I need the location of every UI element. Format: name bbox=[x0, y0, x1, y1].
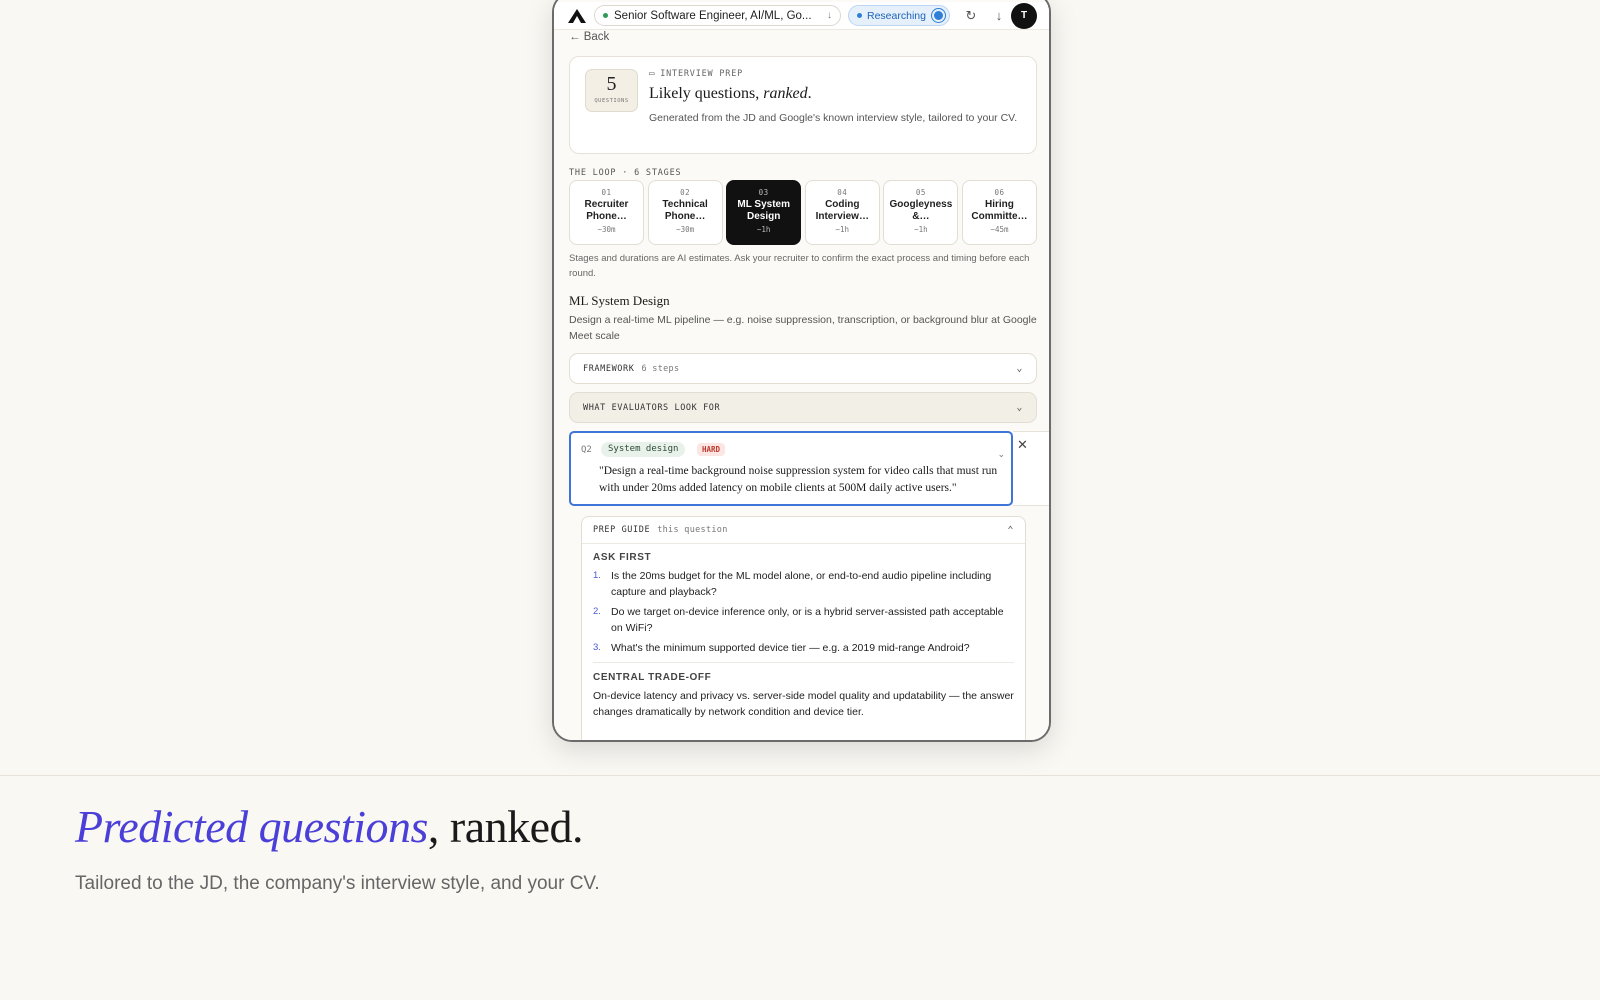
stage-number: 01 bbox=[601, 188, 612, 197]
stage-card[interactable]: 05 Googleyness &… ~1h bbox=[883, 180, 959, 245]
evaluators-label: WHAT EVALUATORS LOOK FOR bbox=[583, 402, 721, 413]
stage-card[interactable]: 04 Coding Interview… ~1h bbox=[804, 180, 880, 245]
prep-title: Likely questions, ranked. bbox=[649, 85, 812, 103]
stage-list: 01 Recruiter Phone… ~30m 02 Technical Phone…… bbox=[569, 180, 1037, 245]
stage-card[interactable]: 01 Recruiter Phone… ~30m bbox=[569, 180, 644, 245]
stage-name: Technical Phone… bbox=[662, 199, 708, 222]
stage-number: 02 bbox=[680, 188, 691, 197]
stage-duration: ~1h bbox=[835, 225, 850, 234]
hero-subtitle: Tailored to the JD, the company's interv… bbox=[75, 873, 600, 894]
question-text: "Design a real-time background noise sup… bbox=[599, 465, 998, 494]
chevron-down-icon[interactable]: ⌄ bbox=[997, 449, 1005, 460]
phone-frame: Senior Software Engineer, AI/ML, Go... ↓… bbox=[552, 0, 1051, 742]
prep-guide-sub: this question bbox=[657, 525, 728, 535]
list-item: 1. Is the 20ms budget for the ML model al… bbox=[593, 568, 1014, 600]
tradeoff-text: On-device latency and privacy vs. server… bbox=[593, 690, 1014, 718]
question-number: Q2 bbox=[581, 445, 592, 455]
list-item-number: 1. bbox=[593, 570, 601, 581]
stage-detail-title: ML System Design bbox=[569, 293, 670, 308]
chevron-down-icon: ⌄ bbox=[1016, 402, 1023, 413]
framework-accordion[interactable]: FRAMEWORK 6 steps ⌄ bbox=[569, 353, 1037, 384]
stage-card[interactable]: 06 Hiring Committe… ~45m bbox=[961, 180, 1037, 245]
stage-name: ML System Design bbox=[737, 199, 790, 222]
stage-number: 06 bbox=[994, 188, 1005, 197]
avatar[interactable]: T bbox=[1011, 2, 1037, 29]
stage-duration: ~30m bbox=[676, 225, 695, 234]
loop-label: THE LOOP · 6 STAGES bbox=[569, 168, 682, 178]
chevron-down-icon: ⌄ bbox=[1016, 363, 1023, 374]
hero-title: Predicted questions, ranked. bbox=[75, 800, 584, 853]
stage-number: 03 bbox=[758, 188, 769, 197]
research-dot-icon bbox=[857, 13, 862, 18]
close-icon[interactable]: ✕ bbox=[1017, 437, 1028, 453]
prep-title-text: Likely questions, bbox=[649, 85, 764, 102]
stage-detail-description: Design a real-time ML pipeline — e.g. no… bbox=[569, 314, 1037, 342]
stage-name: Coding Interview… bbox=[815, 199, 869, 222]
framework-label: FRAMEWORK bbox=[583, 363, 635, 374]
difficulty-badge: HARD bbox=[697, 443, 726, 456]
hero-title-accent: Predicted questions bbox=[75, 801, 428, 852]
prep-guide-header[interactable]: PREP GUIDE this question ⌃ bbox=[582, 517, 1025, 544]
list-item-text: Is the 20ms budget for the ML model alon… bbox=[611, 570, 992, 598]
hero-title-rest: , ranked. bbox=[427, 801, 584, 852]
chevron-up-icon: ⌃ bbox=[1007, 524, 1014, 536]
prep-title-italic: ranked bbox=[763, 85, 808, 102]
ask-first-section: ASK FIRST 1. Is the 20ms budget for the M… bbox=[582, 552, 1025, 656]
research-label: Researching bbox=[867, 9, 926, 22]
stage-name: Hiring Committe… bbox=[971, 199, 1028, 222]
prep-guide-label: PREP GUIDE bbox=[593, 525, 651, 535]
ask-first-label: ASK FIRST bbox=[593, 552, 652, 563]
stage-name: Googleyness &… bbox=[889, 199, 953, 222]
list-item-number: 2. bbox=[593, 606, 601, 617]
evaluators-accordion[interactable]: WHAT EVALUATORS LOOK FOR ⌄ bbox=[569, 392, 1037, 423]
list-item-number: 3. bbox=[593, 642, 601, 653]
chevron-down-icon: ↓ bbox=[827, 10, 832, 21]
back-link[interactable]: ← Back bbox=[569, 31, 609, 43]
toggle-knob bbox=[931, 9, 945, 22]
stage-number: 04 bbox=[837, 188, 848, 197]
list-item: 2. Do we target on-device inference only,… bbox=[593, 604, 1014, 636]
stage-note: Stages and durations are AI estimates. A… bbox=[569, 253, 1030, 279]
tradeoff-section: CENTRAL TRADE-OFF On-device latency and … bbox=[582, 662, 1025, 720]
research-toggle[interactable]: Researching bbox=[848, 5, 950, 26]
stage-card[interactable]: 03 ML System Design ~1h bbox=[726, 180, 802, 245]
question-card[interactable]: Q2 System design HARD ⌄ "Design a real-t… bbox=[569, 431, 1013, 506]
stage-number: 05 bbox=[915, 188, 926, 197]
prep-eyebrow-label: INTERVIEW PREP bbox=[660, 69, 744, 79]
prep-guide: PREP GUIDE this question ⌃ ASK FIRST 1. I… bbox=[581, 516, 1026, 740]
app-screen: Senior Software Engineer, AI/ML, Go... ↓… bbox=[554, 0, 1049, 740]
question-count: 5 bbox=[606, 73, 617, 95]
stage-duration: ~45m bbox=[990, 225, 1009, 234]
interview-prep-card: 5 QUESTIONS ▭ INTERVIEW PREP Likely ques… bbox=[569, 56, 1037, 154]
prep-eyebrow: ▭ INTERVIEW PREP bbox=[649, 69, 743, 79]
stage-duration: ~1h bbox=[914, 225, 928, 234]
stage-name: Recruiter Phone… bbox=[584, 199, 629, 222]
logo-icon[interactable] bbox=[566, 6, 588, 26]
top-bar: Senior Software Engineer, AI/ML, Go... ↓… bbox=[554, 2, 1049, 30]
list-item: 3. What's the minimum supported device ti… bbox=[593, 640, 1014, 656]
prep-description: Generated from the JD and Google's known… bbox=[649, 112, 1018, 124]
list-item-text: What's the minimum supported device tier… bbox=[611, 642, 970, 654]
ask-first-list: 1. Is the 20ms budget for the ML model al… bbox=[593, 568, 1014, 656]
stage-duration: ~1h bbox=[756, 225, 771, 234]
job-title: Senior Software Engineer, AI/ML, Go... bbox=[614, 9, 812, 22]
tradeoff-label: CENTRAL TRADE-OFF bbox=[593, 662, 1014, 683]
question-count-label: QUESTIONS bbox=[594, 98, 629, 104]
list-item-text: Do we target on-device inference only, o… bbox=[611, 606, 1004, 634]
stage-duration: ~30m bbox=[597, 225, 616, 234]
question-count-badge: 5 QUESTIONS bbox=[585, 69, 638, 112]
job-selector[interactable]: Senior Software Engineer, AI/ML, Go... ↓ bbox=[594, 5, 841, 26]
download-icon[interactable]: ↓ bbox=[992, 8, 1006, 23]
chat-icon: ▭ bbox=[649, 69, 656, 79]
section-divider bbox=[0, 775, 1600, 776]
prep-title-end: . bbox=[807, 85, 812, 102]
category-tag: System design bbox=[601, 442, 686, 457]
stage-card[interactable]: 02 Technical Phone… ~30m bbox=[647, 180, 723, 245]
framework-sub: 6 steps bbox=[641, 363, 680, 374]
status-dot-icon bbox=[603, 13, 608, 18]
refresh-icon[interactable]: ↻ bbox=[964, 8, 978, 24]
